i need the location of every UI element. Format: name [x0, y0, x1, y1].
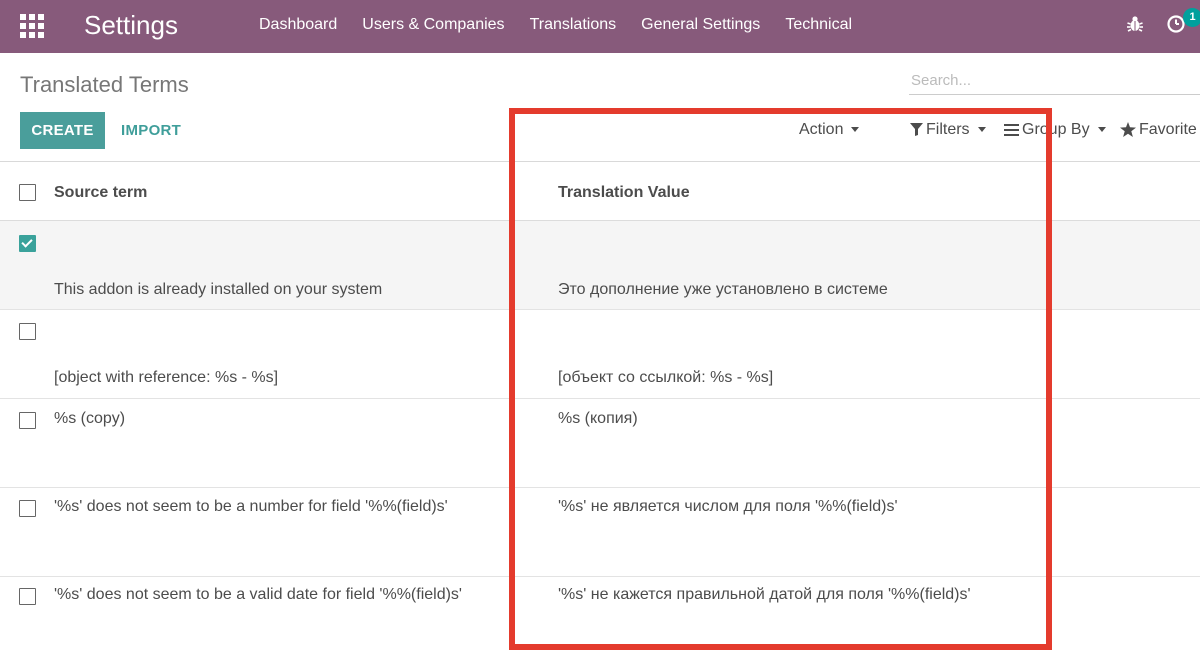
translation-value-cell: %s (копия) [558, 410, 638, 427]
table-row[interactable]: [object with reference: %s - %s] [объект… [0, 310, 1200, 399]
breadcrumb-title: Translated Terms [20, 72, 189, 97]
filters-label: Filters [926, 121, 970, 138]
main-menu: Dashboard Users & Companies Translations… [259, 0, 877, 53]
filter-icon [910, 123, 923, 137]
source-term-cell: %s (copy) [54, 410, 126, 427]
menu-item-users-companies[interactable]: Users & Companies [362, 0, 504, 53]
menu-item-dashboard[interactable]: Dashboard [259, 0, 337, 53]
favorites-dropdown[interactable]: Favorite [1120, 118, 1197, 142]
caret-down-icon [851, 127, 860, 133]
table-row[interactable]: '%s' does not seem to be a valid date fo… [0, 576, 1200, 664]
filters-dropdown[interactable]: Filters [910, 118, 986, 142]
source-term-cell: '%s' does not seem to be a valid date fo… [54, 586, 462, 603]
caret-down-icon [977, 127, 986, 133]
translation-value-cell: '%s' не кажется правильной датой для пол… [558, 586, 971, 603]
translation-value-cell: '%s' не является числом для поля '%%(fie… [558, 498, 898, 515]
column-header-translation-value[interactable]: Translation Value [558, 183, 690, 203]
search-input[interactable] [909, 66, 1200, 95]
action-dropdown[interactable]: Action [799, 118, 860, 142]
caret-down-icon [1097, 127, 1106, 133]
activity-count-badge: 1 [1183, 8, 1200, 27]
bug-icon[interactable] [1125, 14, 1145, 34]
table-row[interactable]: %s (copy) %s (копия) [0, 399, 1200, 488]
top-navbar: Settings Dashboard Users & Companies Tra… [0, 0, 1200, 53]
table-row[interactable]: '%s' does not seem to be a number for fi… [0, 488, 1200, 577]
app-title: Settings [84, 10, 178, 40]
menu-item-translations[interactable]: Translations [530, 0, 617, 53]
row-checkbox[interactable] [19, 323, 36, 340]
action-label: Action [799, 121, 844, 138]
row-checkbox[interactable] [19, 412, 36, 429]
source-term-cell: This addon is already installed on your … [54, 281, 383, 298]
translation-value-cell: Это дополнение уже установлено в системе [558, 281, 888, 298]
menu-item-general-settings[interactable]: General Settings [641, 0, 760, 53]
row-checkbox[interactable] [19, 235, 36, 252]
select-all-checkbox[interactable] [19, 184, 36, 201]
row-checkbox[interactable] [19, 500, 36, 517]
star-icon [1120, 122, 1136, 138]
bars-icon [1004, 123, 1019, 136]
table-row[interactable]: This addon is already installed on your … [0, 221, 1200, 310]
row-checkbox[interactable] [19, 588, 36, 605]
translations-table: Source term Translation Value This addon… [0, 161, 1200, 605]
import-button[interactable]: IMPORT [121, 112, 181, 149]
group-by-label: Group By [1022, 121, 1090, 138]
source-term-cell: '%s' does not seem to be a number for fi… [54, 498, 448, 515]
favorites-label: Favorite [1139, 121, 1197, 138]
group-by-dropdown[interactable]: Group By [1004, 118, 1106, 142]
table-header: Source term Translation Value [0, 162, 1200, 221]
column-header-source-term[interactable]: Source term [54, 183, 147, 203]
source-term-cell: [object with reference: %s - %s] [54, 369, 279, 386]
translation-value-cell: [объект со ссылкой: %s - %s] [558, 369, 774, 386]
apps-grid-icon[interactable] [20, 14, 44, 38]
menu-item-technical[interactable]: Technical [785, 0, 852, 53]
create-button[interactable]: CREATE [20, 112, 105, 149]
